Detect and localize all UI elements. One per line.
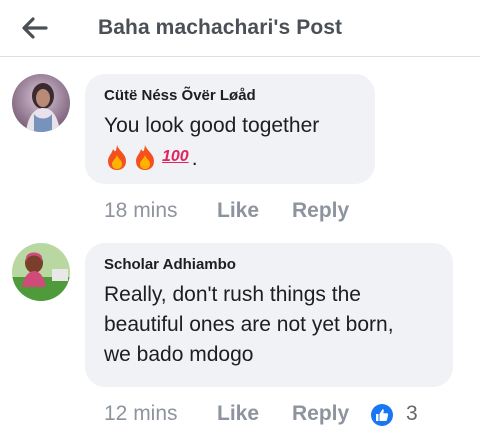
reaction-count: 3 <box>406 402 418 425</box>
hundred-points-emoji-icon: 100 <box>162 148 189 165</box>
fire-emoji-icon <box>108 145 126 170</box>
fire-emoji-icon <box>136 145 154 170</box>
reaction-badge[interactable] <box>371 404 393 426</box>
comment-bubble[interactable]: Scholar Adhiambo Really, don't rush thin… <box>85 243 453 387</box>
comment-text: You look good together <box>104 114 320 137</box>
comment-author[interactable]: Cütë Néss Õvër Løåd <box>104 87 357 104</box>
like-button[interactable]: Like <box>217 199 259 223</box>
comment-timestamp: 12 mins <box>104 402 178 425</box>
comment-trailing-text: . <box>191 147 198 170</box>
avatar[interactable] <box>12 74 70 132</box>
comment-author[interactable]: Scholar Adhiambo <box>104 256 435 273</box>
back-arrow-icon <box>22 17 48 39</box>
reply-button[interactable]: Reply <box>292 402 349 426</box>
header-bar: Baha machachari's Post <box>0 0 480 57</box>
comment-text-line: beautiful ones are not yet born, <box>104 313 394 336</box>
comment-emoji-row: 100 . <box>104 141 357 171</box>
comment-actions: 18 mins Like Reply <box>104 199 404 227</box>
back-button[interactable] <box>18 13 52 43</box>
post-comments-screen: Baha machachari's Post Cütë Néss Õvër Lø… <box>0 0 480 437</box>
comment-text-line: Really, don't rush things the <box>104 283 361 306</box>
comment-timestamp: 18 mins <box>104 199 178 222</box>
reply-button[interactable]: Reply <box>292 199 349 223</box>
like-button[interactable]: Like <box>217 402 259 426</box>
comment-actions: 12 mins Like Reply 3 <box>104 402 444 430</box>
avatar[interactable] <box>12 243 70 301</box>
comment-bubble[interactable]: Cütë Néss Õvër Løåd You look good togeth… <box>85 74 375 184</box>
avatar-image <box>12 74 70 132</box>
page-title: Baha machachari's Post <box>98 16 343 39</box>
avatar-image <box>12 243 70 301</box>
thumbs-up-icon <box>376 409 389 421</box>
comment-text-line: we bado mdogo <box>104 343 254 366</box>
